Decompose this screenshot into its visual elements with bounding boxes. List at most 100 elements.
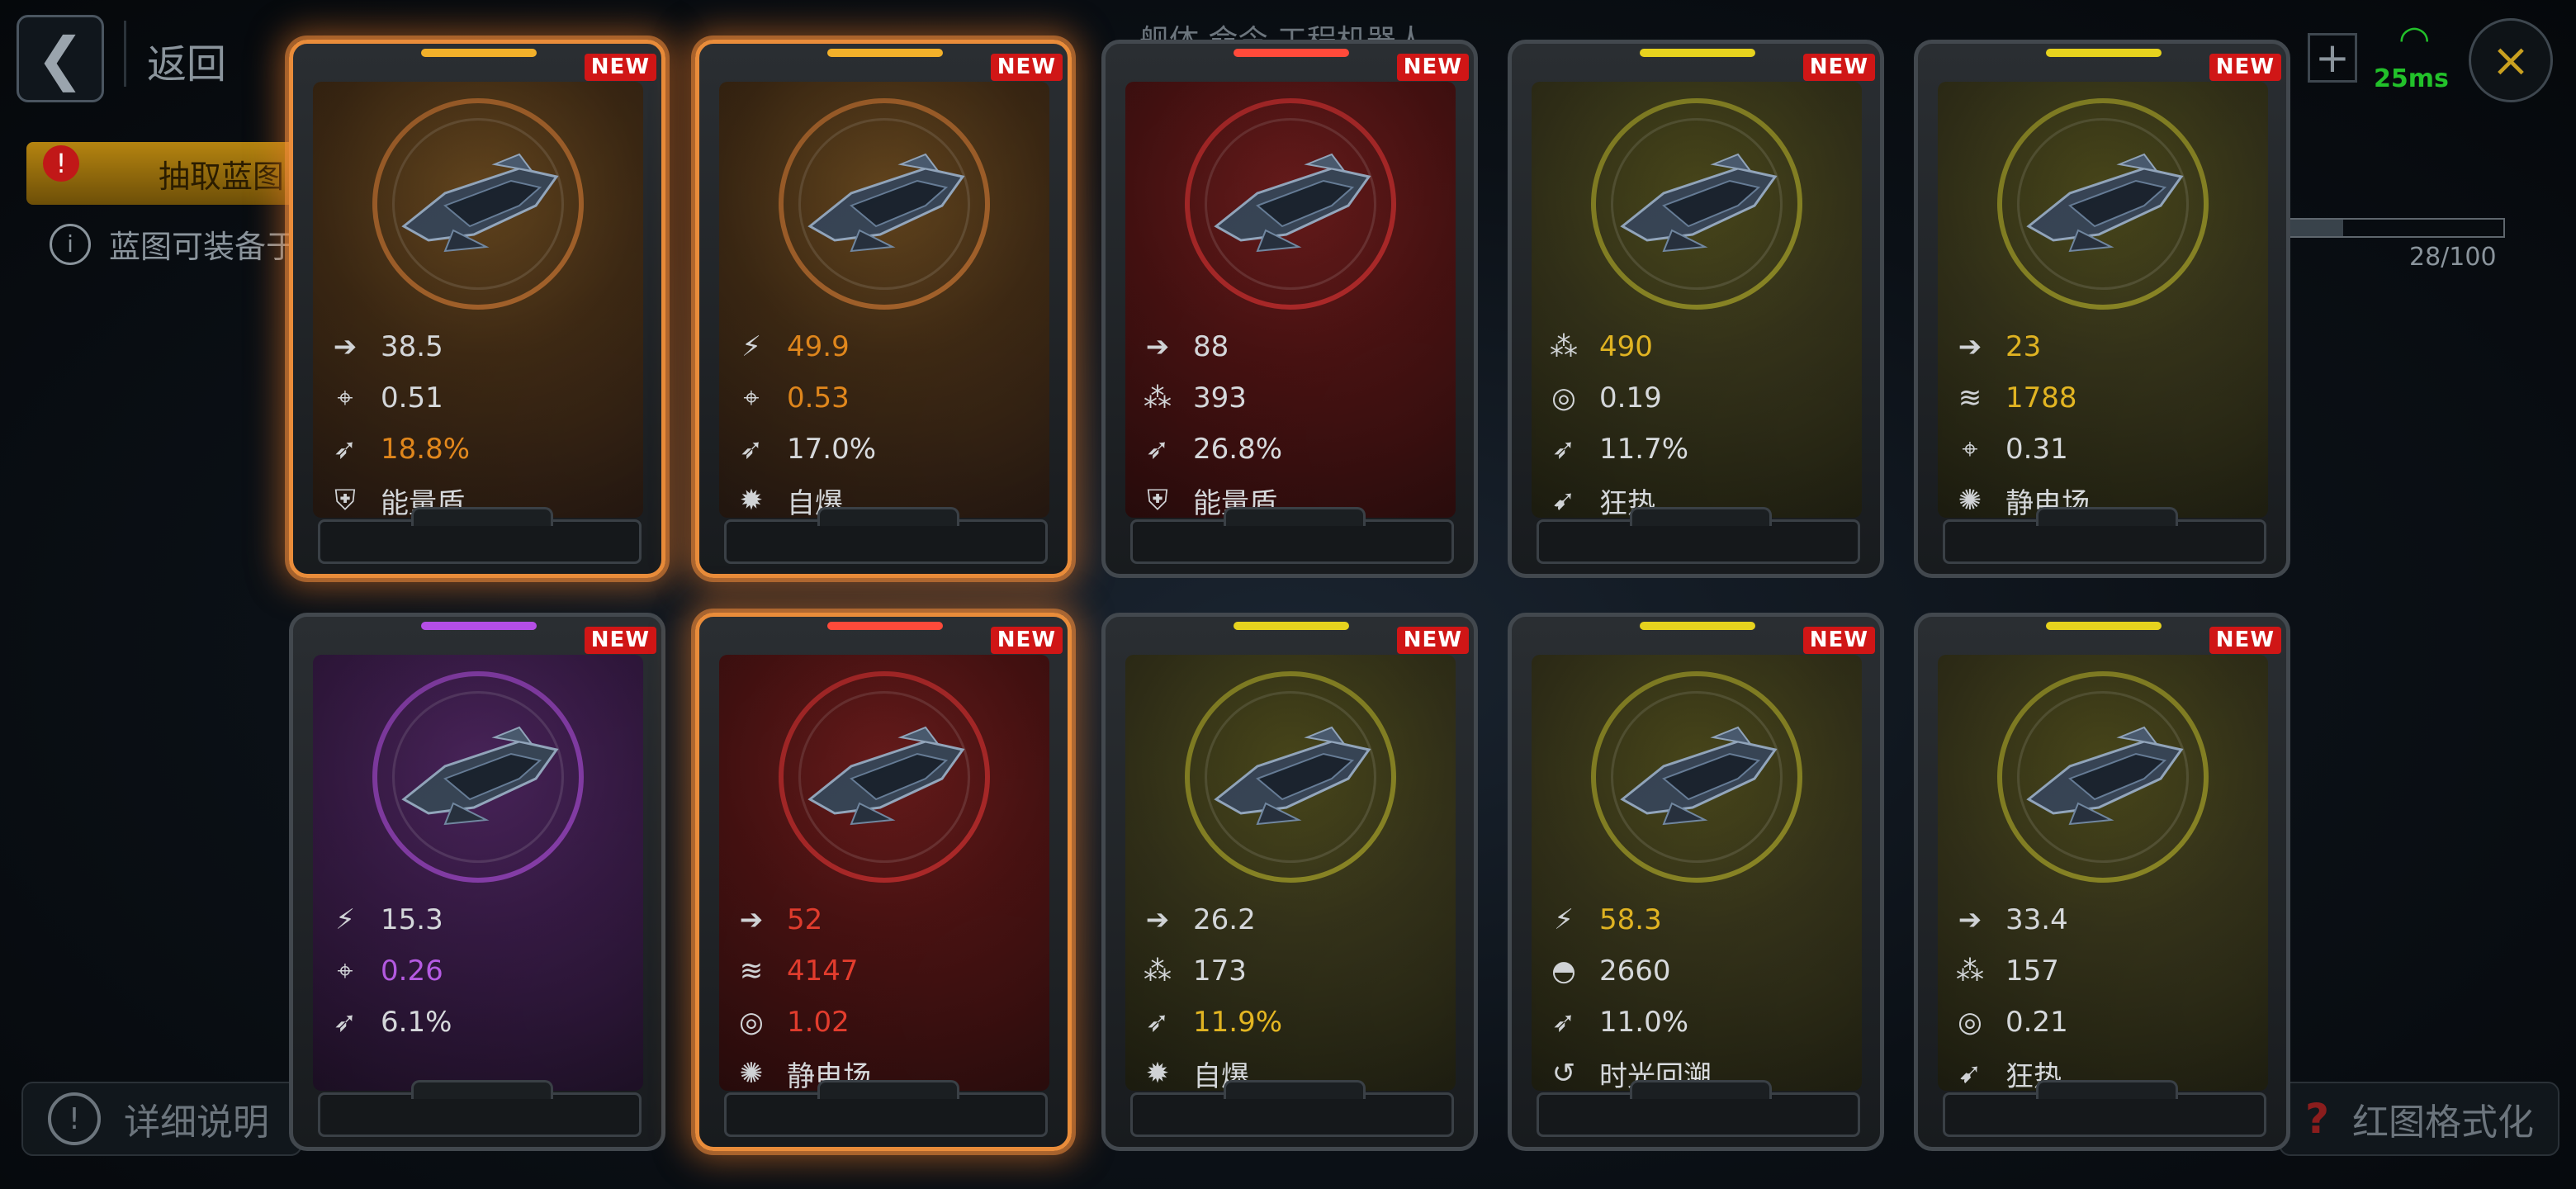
blueprint-card[interactable]: NEW ⚡ 15.3 ⌖ 0.26 ➶ 6.1%: [289, 613, 665, 1151]
collection-progress-bar: [2279, 218, 2505, 238]
stat-value: 26.8%: [1193, 433, 1283, 466]
crosshair-icon: ⌖: [337, 955, 353, 988]
card-face: ➔ 38.5 ⌖ 0.51 ➶ 18.8% ⛨ 能量盾: [313, 82, 643, 518]
crosshair-icon: ⌖: [1962, 433, 1978, 466]
ping-readout: 25ms: [2374, 64, 2449, 93]
stat-value: 490: [1599, 330, 1653, 363]
stat-value: 173: [1193, 955, 1247, 988]
back-button[interactable]: ❮: [17, 15, 104, 102]
stat-value: 11.9%: [1193, 1006, 1283, 1039]
format-label: 红图格式化: [2352, 1101, 2535, 1144]
stat-row: ◎ 0.19: [1543, 372, 1857, 424]
blueprint-card[interactable]: NEW ➔ 23 ≋ 1788 ⌖ 0.31 ✺ 静电场: [1914, 40, 2290, 578]
new-badge: NEW: [1396, 627, 1469, 654]
ship-icon: [2026, 153, 2184, 253]
new-badge: NEW: [2209, 54, 2281, 81]
ship-icon: [401, 726, 559, 826]
stat-value: 88: [1193, 330, 1229, 363]
ship-emblem-ring: [1591, 671, 1802, 883]
stat-value: 0.19: [1599, 381, 1662, 414]
card-base: [318, 507, 642, 564]
ship-emblem-ring: [779, 671, 990, 883]
blueprint-card[interactable]: NEW ➔ 88 ⁂ 393 ➶ 26.8% ⛨ 能量盾: [1101, 40, 1478, 578]
card-base: [318, 1080, 642, 1137]
stat-row: ⌖ 0.53: [731, 372, 1044, 424]
explode-icon: ✹: [739, 484, 764, 517]
thrust-icon: ⚡: [335, 903, 355, 936]
detail-button[interactable]: ! 详细说明: [21, 1082, 302, 1156]
card-face: ⚡ 49.9 ⌖ 0.53 ➶ 17.0% ✹ 自爆: [719, 82, 1049, 518]
stat-value: 15.3: [381, 903, 443, 936]
blueprint-card[interactable]: NEW ➔ 52 ≋ 4147 ◎ 1.02 ✺ 静电场: [695, 613, 1072, 1151]
stat-row: ⁂ 173: [1137, 945, 1451, 997]
rarity-bar: [421, 49, 537, 57]
shield-icon: ⛨: [1147, 484, 1168, 517]
dome-icon: ◓: [1551, 955, 1576, 988]
speed-icon: ➔: [739, 903, 764, 936]
thrust-icon: ⚡: [1554, 903, 1574, 936]
blueprint-card[interactable]: NEW ⚡ 49.9 ⌖ 0.53 ➶ 17.0% ✹ 自爆: [695, 40, 1072, 578]
stat-row: ◎ 1.02: [731, 997, 1044, 1048]
ship-emblem-ring: [779, 98, 990, 310]
new-badge: NEW: [1396, 54, 1469, 81]
new-badge: NEW: [2209, 627, 2281, 654]
target-ring-icon: ◎: [1958, 1006, 1982, 1039]
back-label[interactable]: 返回: [147, 31, 226, 89]
card-face: ➔ 26.2 ⁂ 173 ➶ 11.9% ✹ 自爆: [1125, 655, 1456, 1091]
stat-list: ⁂ 490 ◎ 0.19 ➶ 11.7% ➹ 狂热: [1543, 321, 1857, 518]
stat-value: 157: [2005, 955, 2059, 988]
card-face: ⁂ 490 ◎ 0.19 ➶ 11.7% ➹ 狂热: [1532, 82, 1862, 518]
stat-row: ⌖ 0.31: [1949, 424, 2263, 475]
stat-value: 38.5: [381, 330, 443, 363]
ship-emblem-ring: [1591, 98, 1802, 310]
card-face: ➔ 33.4 ⁂ 157 ◎ 0.21 ➹ 狂热: [1938, 655, 2268, 1091]
blueprint-card[interactable]: NEW ➔ 33.4 ⁂ 157 ◎ 0.21 ➹ 狂热: [1914, 613, 2290, 1151]
tab-draw-blueprint[interactable]: ! 抽取蓝图: [26, 142, 307, 205]
rarity-bar: [2046, 622, 2162, 630]
missile-icon: ➶: [1551, 1006, 1576, 1039]
stat-value: 18.8%: [381, 433, 471, 466]
stat-value: 4147: [787, 955, 859, 988]
ship-emblem-ring: [1185, 671, 1396, 883]
stat-row: ➶ 11.0%: [1543, 997, 1857, 1048]
add-button[interactable]: +: [2308, 33, 2357, 83]
blueprint-card[interactable]: NEW ➔ 38.5 ⌖ 0.51 ➶ 18.8% ⛨ 能量盾: [289, 40, 665, 578]
blueprint-card[interactable]: NEW ➔ 26.2 ⁂ 173 ➶ 11.9% ✹ 自爆: [1101, 613, 1478, 1151]
blueprint-card[interactable]: NEW ⚡ 58.3 ◓ 2660 ➶ 11.0% ↺ 时光回溯: [1508, 613, 1884, 1151]
card-base: [1130, 1080, 1454, 1137]
stat-value: 11.7%: [1599, 433, 1689, 466]
rarity-bar: [1640, 49, 1755, 57]
cluster-icon: ⁂: [1956, 955, 1984, 988]
shield-icon: ⛨: [334, 484, 356, 517]
stat-row: ⁂ 490: [1543, 321, 1857, 372]
cart-icon[interactable]: ⨯: [2469, 18, 2553, 102]
stat-row: ➶ 6.1%: [324, 997, 638, 1048]
rarity-bar: [827, 622, 943, 630]
stat-row: ➔ 33.4: [1949, 894, 2263, 945]
stat-value: 0.31: [2005, 433, 2068, 466]
stat-list: ➔ 52 ≋ 4147 ◎ 1.02 ✺ 静电场: [731, 894, 1044, 1091]
thrust-icon: ⚡: [741, 330, 761, 363]
card-face: ⚡ 15.3 ⌖ 0.26 ➶ 6.1%: [313, 655, 643, 1091]
format-button[interactable]: ? 红图格式化: [2279, 1082, 2559, 1156]
ship-icon: [1620, 726, 1778, 826]
alert-icon: !: [43, 145, 79, 182]
stat-value: 0.26: [381, 955, 443, 988]
info-icon: !: [48, 1092, 101, 1145]
card-base: [1130, 507, 1454, 564]
back-arrow-icon: ❮: [36, 25, 85, 92]
rarity-bar: [421, 622, 537, 630]
card-face: ⚡ 58.3 ◓ 2660 ➶ 11.0% ↺ 时光回溯: [1532, 655, 1862, 1091]
stat-row: ⚡ 58.3: [1543, 894, 1857, 945]
stat-list: ⚡ 58.3 ◓ 2660 ➶ 11.0% ↺ 时光回溯: [1543, 894, 1857, 1091]
stat-value: 49.9: [787, 330, 850, 363]
card-base: [1943, 507, 2266, 564]
stat-list: ➔ 23 ≋ 1788 ⌖ 0.31 ✺ 静电场: [1949, 321, 2263, 518]
crosshair-icon: ⌖: [743, 381, 760, 414]
rarity-bar: [1234, 622, 1349, 630]
new-badge: NEW: [1802, 627, 1875, 654]
stat-value: 17.0%: [787, 433, 877, 466]
blueprint-card[interactable]: NEW ⁂ 490 ◎ 0.19 ➶ 11.7% ➹ 狂热: [1508, 40, 1884, 578]
info-text: 蓝图可装备于: [109, 229, 298, 265]
stat-row: ≋ 4147: [731, 945, 1044, 997]
